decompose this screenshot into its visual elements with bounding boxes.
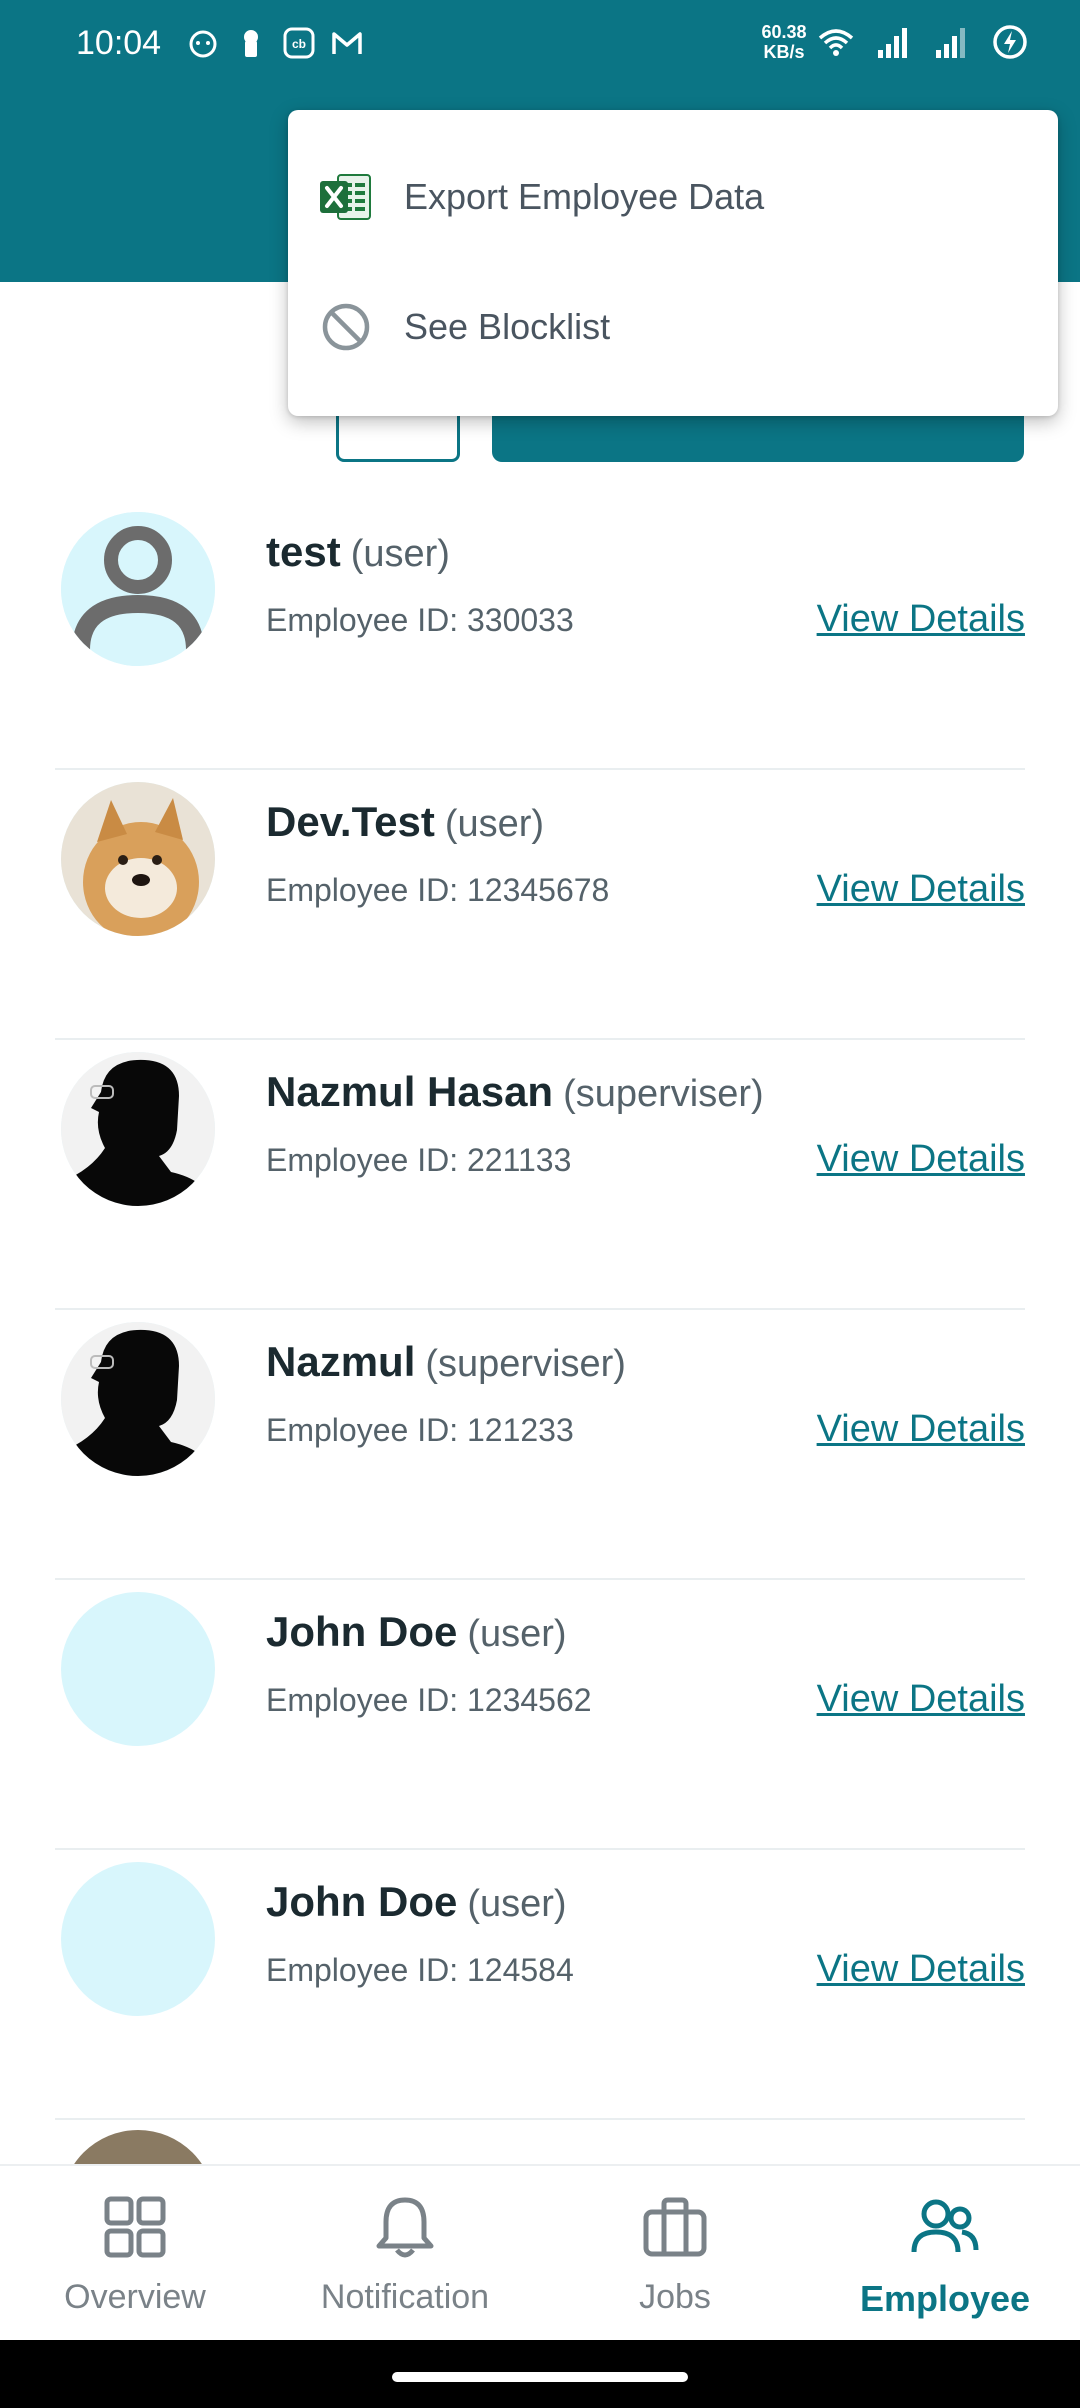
employee-name-line: John Doe (user) <box>266 1878 567 1926</box>
avatar <box>61 1862 215 2016</box>
nav-item-notification[interactable]: Notification <box>270 2166 540 2342</box>
employee-name: Dev.Test <box>266 798 435 845</box>
dog-photo-icon <box>61 782 215 936</box>
menu-item-label: See Blocklist <box>404 306 611 347</box>
employee-name-line: Nazmul Hasan (superviser) <box>266 1068 764 1116</box>
default-person-icon <box>61 512 215 666</box>
signal-icon <box>936 28 965 58</box>
nav-item-jobs[interactable]: Jobs <box>540 2166 810 2342</box>
silhouette-photo-icon <box>61 1322 215 1476</box>
employee-row[interactable]: John Doe (user) Employee ID: 1234562 View… <box>55 1580 1025 1850</box>
block-icon <box>322 303 370 351</box>
employee-name-line: John Doe (user) <box>266 1608 567 1656</box>
net-speed-unit: KB/s <box>763 42 805 62</box>
system-gesture-bar <box>0 2340 1080 2408</box>
home-gesture-handle[interactable] <box>392 2372 688 2382</box>
menu-item-see-blocklist[interactable]: See Blocklist <box>288 262 1058 392</box>
employee-id: Employee ID: 121233 <box>266 1412 574 1448</box>
employee-row[interactable]: Nazmul Hasan (superviser) Employee ID: 22… <box>55 1040 1025 1310</box>
employee-row[interactable]: Nazmul (superviser) Employee ID: 121233 V… <box>55 1310 1025 1580</box>
battery-charging-icon <box>993 25 1027 59</box>
nav-item-overview[interactable]: Overview <box>0 2166 270 2342</box>
excel-icon <box>320 174 371 220</box>
view-details-link[interactable]: View Details <box>817 1948 1025 1991</box>
employee-row[interactable]: John Doe (user) Employee ID: 124584 View … <box>55 1850 1025 2120</box>
silhouette-photo-icon <box>61 1052 215 1206</box>
nav-item-employee[interactable]: Employee <box>810 2166 1080 2342</box>
wifi-icon <box>818 29 854 56</box>
view-details-link[interactable]: View Details <box>817 1138 1025 1181</box>
employee-name-line: Nazmul (superviser) <box>266 1338 626 1386</box>
employee-name: test <box>266 528 341 575</box>
employee-name: Nazmul Hasan <box>266 1068 554 1115</box>
employee-role: (superviser) <box>563 1073 764 1115</box>
employee-role: (user) <box>350 533 450 575</box>
employee-row[interactable]: Dev.Test (user) Employee ID: 12345678 Vie… <box>55 770 1025 1040</box>
employee-id: Employee ID: 12345678 <box>266 872 610 908</box>
employee-name: John Doe <box>266 1608 458 1655</box>
briefcase-icon <box>643 2197 707 2257</box>
employee-role: (superviser) <box>425 1343 626 1385</box>
bell-icon <box>376 2197 434 2258</box>
view-details-link[interactable]: View Details <box>817 1408 1025 1451</box>
face-app-icon <box>189 30 217 58</box>
avatar <box>61 782 215 936</box>
menu-item-label: Export Employee Data <box>404 176 765 217</box>
employee-name-line: test (user) <box>266 528 450 576</box>
cb-app-icon: cb <box>283 27 315 59</box>
avatar <box>61 1592 215 1746</box>
employee-name-line: Dev.Test (user) <box>266 798 544 846</box>
nav-label: Notification <box>320 2278 490 2316</box>
employee-id: Employee ID: 124584 <box>266 1952 574 1988</box>
view-details-link[interactable]: View Details <box>817 868 1025 911</box>
view-details-link[interactable]: View Details <box>817 598 1025 641</box>
employee-role: (user) <box>467 1883 567 1925</box>
grid-icon <box>104 2196 166 2258</box>
avatar <box>61 512 215 666</box>
net-speed-value: 60.38 <box>761 22 807 42</box>
employee-id: Employee ID: 330033 <box>266 602 574 638</box>
nav-label: Employee <box>859 2278 1031 2319</box>
signal-icon <box>878 28 907 58</box>
employee-row[interactable]: test (user) Employee ID: 330033 View Deta… <box>55 500 1025 770</box>
employee-role: (user) <box>444 803 545 845</box>
bottom-navigation: Overview Notification Jobs Employee <box>0 2164 1080 2340</box>
employee-id: Employee ID: 221133 <box>266 1142 572 1178</box>
network-speed: 60.38 KB/s <box>756 22 812 62</box>
status-system-icons <box>816 22 1030 62</box>
status-time: 10:04 <box>76 24 162 62</box>
status-notification-icons: cb <box>186 26 364 60</box>
employee-name: John Doe <box>266 1878 458 1925</box>
nav-label: Jobs <box>639 2278 711 2316</box>
nav-label: Overview <box>64 2278 206 2316</box>
gmail-icon <box>332 32 362 54</box>
view-details-link[interactable]: View Details <box>817 1678 1025 1721</box>
employee-name: Nazmul <box>266 1338 416 1385</box>
overflow-menu: Export Employee Data See Blocklist <box>288 110 1058 416</box>
avatar <box>61 1322 215 1476</box>
avatar <box>61 1052 215 1206</box>
people-icon <box>911 2199 979 2253</box>
employee-role: (user) <box>467 1613 567 1655</box>
menu-item-export-employee-data[interactable]: Export Employee Data <box>288 132 1058 262</box>
svg-text:cb: cb <box>292 37 306 51</box>
employee-id: Employee ID: 1234562 <box>266 1682 592 1718</box>
status-bar: 10:04 cb 60.38 KB/s <box>0 0 1080 90</box>
keyhole-icon <box>244 30 258 57</box>
